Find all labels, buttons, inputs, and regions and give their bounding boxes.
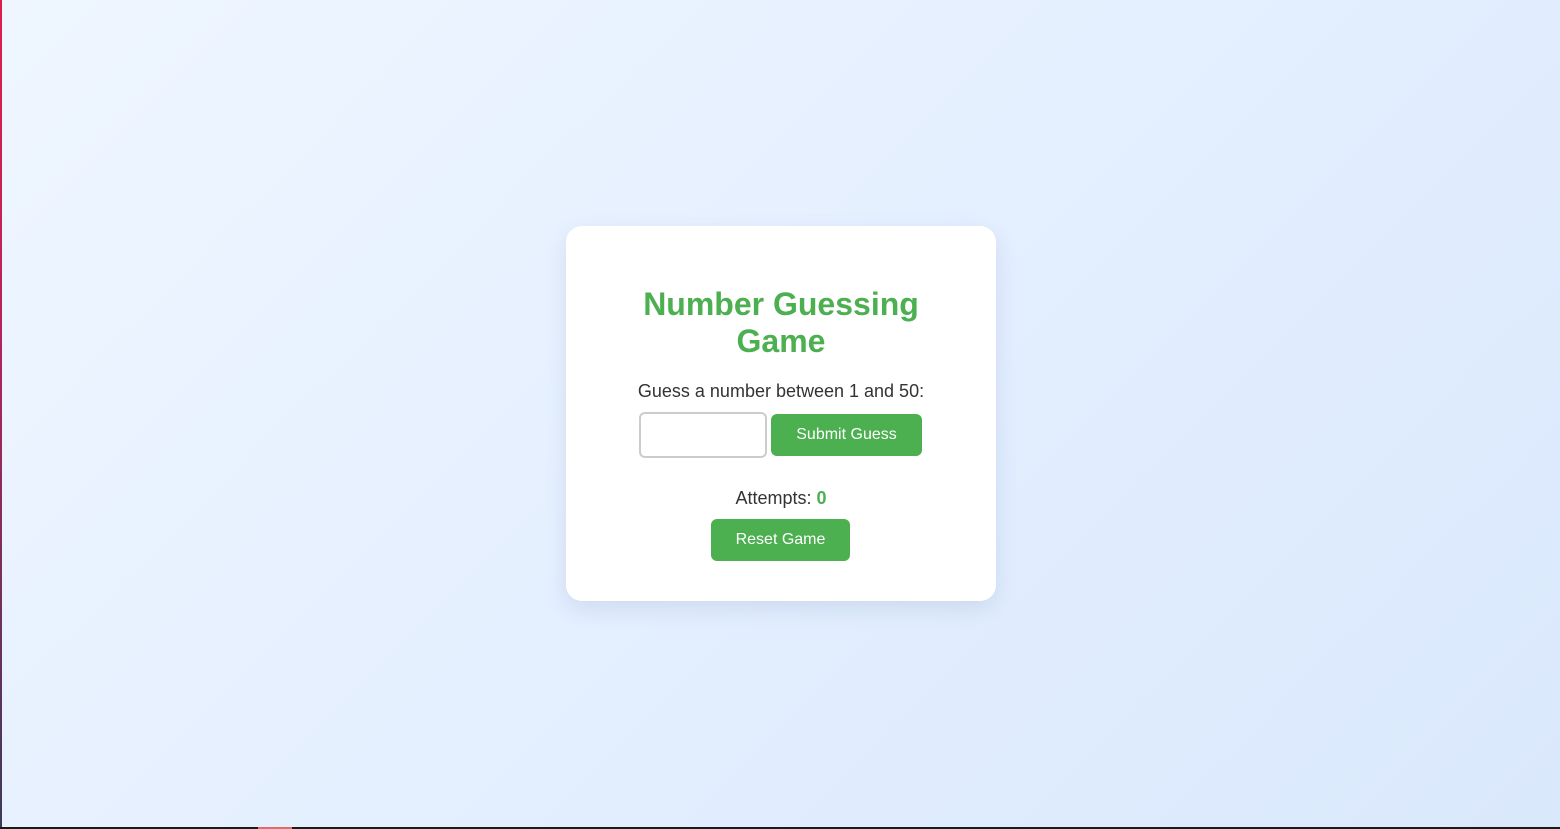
window-left-edge: [0, 0, 2, 829]
attempts-label: Attempts:: [735, 488, 812, 508]
attempts-display: Attempts: 0: [566, 487, 996, 509]
guess-form: Submit Guess: [639, 412, 922, 458]
submit-guess-button[interactable]: Submit Guess: [771, 414, 922, 456]
game-title: Number Guessing Game: [643, 286, 919, 359]
guess-prompt: Guess a number between 1 and 50:: [637, 381, 925, 401]
attempts-count: 0: [816, 488, 827, 508]
game-card: Number Guessing Game Guess a number betw…: [566, 226, 996, 601]
reset-game-button[interactable]: Reset Game: [711, 519, 850, 561]
guess-input[interactable]: [639, 412, 767, 458]
